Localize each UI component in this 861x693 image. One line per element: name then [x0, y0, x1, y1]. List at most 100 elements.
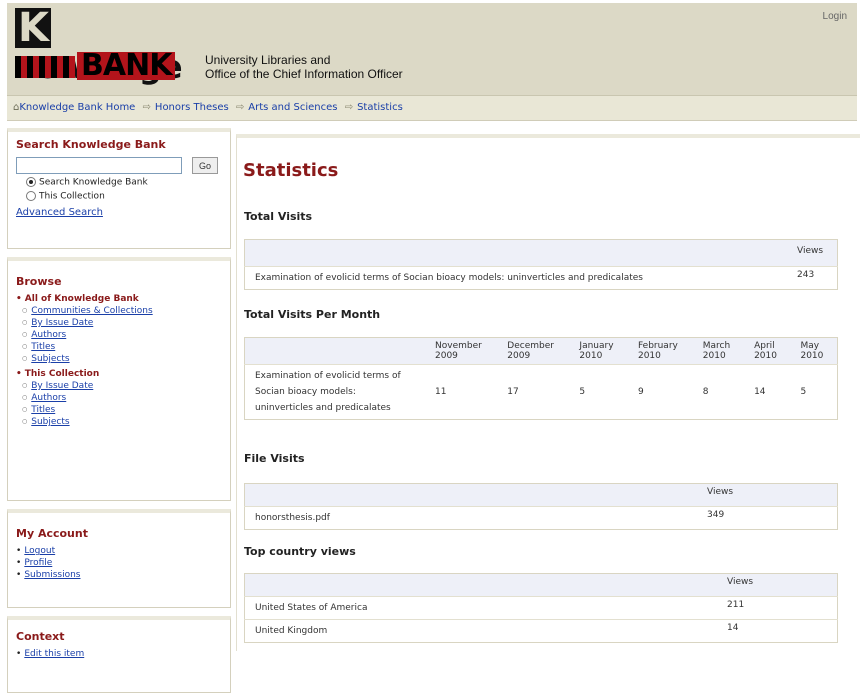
month-year: 2009: [507, 351, 531, 361]
per-month-table: November 2009 December 2009 January 2010 Fe…: [244, 337, 838, 420]
month-value: 5: [790, 364, 838, 420]
views-cell: 14: [717, 619, 838, 643]
breadcrumb-arts-sciences[interactable]: Arts and Sciences: [248, 102, 337, 113]
month-header: May 2010: [790, 337, 838, 365]
table-header-row: Views: [244, 573, 838, 597]
table-row: United Kingdom 14: [244, 619, 838, 643]
radio-this-collection[interactable]: This Collection: [26, 190, 222, 201]
views-cell: 349: [697, 506, 838, 530]
logo-bank: BANK: [77, 51, 176, 81]
breadcrumb-statistics[interactable]: Statistics: [357, 102, 403, 113]
month-year: 2010: [579, 351, 603, 361]
item-title-line: Socian bioacy models:: [255, 387, 356, 397]
month-year: 2010: [800, 351, 824, 361]
month-value: 5: [569, 364, 628, 420]
month-name: May: [800, 341, 820, 351]
table-header-cell: [244, 337, 425, 365]
month-name: December: [507, 341, 554, 351]
month-name: March: [702, 341, 731, 351]
month-name: February: [637, 341, 678, 351]
month-name: January: [579, 341, 614, 351]
org-line-1: University Libraries and: [205, 53, 331, 67]
views-cell: 243: [787, 266, 838, 290]
radio-unselected-icon[interactable]: [26, 190, 36, 201]
table-header-cell: [244, 483, 697, 507]
breadcrumb-honors-theses[interactable]: Honors Theses: [155, 102, 229, 113]
collection-subjects-link[interactable]: Subjects: [31, 417, 69, 427]
month-header: November 2009: [425, 337, 498, 365]
account-box: My Account Logout Profile Submissions: [7, 509, 231, 608]
breadcrumb-separator-icon: ⇨: [344, 102, 354, 113]
collection-titles-link[interactable]: Titles: [31, 405, 55, 415]
table-header-cell: [244, 239, 787, 267]
radio-search-knowledge-bank[interactable]: Search Knowledge Bank: [26, 177, 222, 188]
month-year: 2009: [435, 351, 458, 361]
browse-collection-heading: This Collection By Issue Date Authors Ti…: [16, 369, 222, 427]
country-heading: Top country views: [244, 545, 356, 558]
context-title: Context: [16, 630, 65, 643]
month-year: 2010: [702, 351, 726, 361]
logo-k: K: [15, 8, 51, 48]
radio-label: This Collection: [39, 191, 105, 201]
page-title: Statistics: [243, 160, 339, 181]
table-row: Examination of evolicid terms of Socian …: [244, 266, 838, 290]
month-name: November: [435, 341, 482, 351]
item-title-cell: Examination of evolicid terms of Socian …: [244, 364, 425, 420]
breadcrumb-separator-icon: ⇨: [142, 102, 151, 113]
month-value: 14: [744, 364, 791, 420]
month-header: January 2010: [569, 337, 628, 365]
radio-selected-icon[interactable]: [26, 177, 36, 187]
file-visits-heading: File Visits: [244, 452, 305, 465]
go-button[interactable]: Go: [192, 157, 218, 174]
item-title-line: uninverticles and predicalates: [255, 403, 391, 413]
profile-link[interactable]: Profile: [24, 558, 52, 568]
login-link[interactable]: Login: [823, 11, 847, 22]
country-cell: United Kingdom: [244, 619, 717, 643]
total-visits-table: Views Examination of evolicid terms of S…: [244, 239, 838, 290]
month-value: 9: [627, 364, 693, 420]
browse-titles-link[interactable]: Titles: [31, 342, 55, 352]
month-header: February 2010: [627, 337, 693, 365]
org-line-2: Office of the Chief Information Officer: [205, 67, 403, 81]
breadcrumb-home[interactable]: Knowledge Bank Home: [19, 102, 135, 113]
item-title-line: Examination of evolicid terms of: [255, 371, 401, 381]
browse-authors-link[interactable]: Authors: [31, 330, 66, 340]
table-header-row: Views: [244, 239, 838, 267]
per-month-heading: Total Visits Per Month: [244, 308, 381, 321]
country-cell: United States of America: [244, 596, 717, 620]
advanced-search-link[interactable]: Advanced Search: [16, 207, 222, 218]
submissions-link[interactable]: Submissions: [24, 570, 80, 580]
file-visits-table: Views honorsthesis.pdf 349: [244, 483, 838, 530]
table-row: honorsthesis.pdf 349: [244, 506, 838, 530]
logout-link[interactable]: Logout: [24, 546, 55, 556]
table-header-row: Views: [244, 483, 838, 507]
browse-collection-label: This Collection: [24, 369, 100, 379]
month-value: 17: [497, 364, 570, 420]
browse-subjects-link[interactable]: Subjects: [31, 354, 69, 364]
collection-authors-link[interactable]: Authors: [31, 393, 66, 403]
month-value: 8: [692, 364, 745, 420]
item-title-cell: Examination of evolicid terms of Socian …: [244, 266, 787, 290]
total-visits-heading: Total Visits: [244, 210, 313, 223]
sidebar: Search Knowledge Bank Go Search Knowledg…: [7, 128, 231, 693]
collection-issue-date-link[interactable]: By Issue Date: [31, 381, 93, 391]
main-content: Statistics Total Visits Views Examinatio…: [236, 134, 860, 651]
month-name: April: [754, 341, 775, 351]
browse-communities-link[interactable]: Communities & Collections: [31, 306, 152, 316]
views-header: Views: [787, 239, 838, 267]
month-header: April 2010: [744, 337, 791, 365]
context-box: Context Edit this item: [7, 616, 231, 693]
site-header: Knowledge BANK University Libraries and …: [7, 3, 857, 96]
browse-box: Browse All of Knowledge Bank Communities…: [7, 257, 231, 501]
browse-issue-date-link[interactable]: By Issue Date: [31, 318, 93, 328]
knowledge-bank-logo[interactable]: Knowledge BANK: [15, 8, 195, 96]
search-input[interactable]: [16, 157, 182, 174]
edit-item-link[interactable]: Edit this item: [24, 649, 84, 659]
table-row: United States of America 211: [244, 596, 838, 620]
browse-all-label: All of Knowledge Bank: [24, 294, 139, 304]
org-name: University Libraries and Office of the C…: [205, 53, 403, 81]
views-header: Views: [697, 483, 838, 507]
month-value: 11: [425, 364, 498, 420]
breadcrumb: ⌂Knowledge Bank Home ⇨ Honors Theses ⇨ Art…: [7, 96, 857, 121]
logo-checker-pattern: [15, 56, 75, 78]
